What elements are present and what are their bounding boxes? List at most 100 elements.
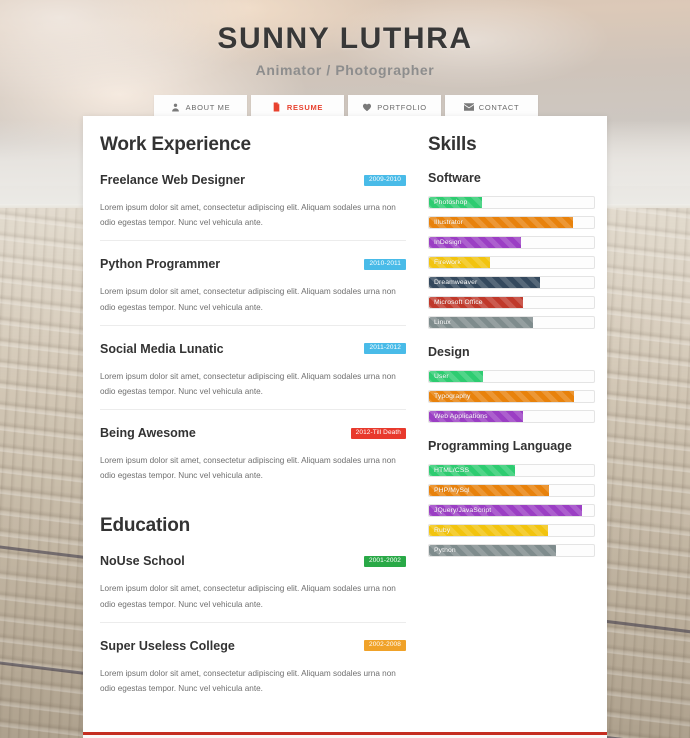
skill-bar-label: Web Applications	[434, 413, 488, 420]
skill-bar-fill: JQuery/JavaScript	[429, 505, 583, 516]
skill-bar-fill: Web Applications	[429, 411, 524, 422]
skill-bar-label: Linux	[434, 319, 451, 326]
resume-entry-title: Being Awesome	[100, 426, 196, 441]
education-heading: Education	[100, 515, 191, 537]
skill-bar-fill: Illustrator	[429, 217, 573, 228]
skill-group-title: Design	[428, 345, 470, 359]
skill-bar-label: JQuery/JavaScript	[434, 507, 492, 514]
resume-entry: Python Programmer 2010-2011 Lorem ipsum do…	[100, 240, 406, 324]
skill-bar: Typography	[428, 390, 595, 403]
skill-bar: Web Applications	[428, 410, 595, 423]
skill-bar-fill: Firework	[429, 257, 491, 268]
resume-entry-period-badge: 2012-Till Death	[350, 427, 406, 439]
resume-right-column: Skills Software Photoshop Illustrator InDes…	[428, 134, 607, 732]
resume-entry-title: Social Media Lunatic	[100, 341, 224, 356]
skill-bar-label: InDesign	[434, 239, 462, 246]
work-experience-heading: Work Experience	[100, 134, 251, 155]
resume-entry-period-badge: 2009-2010	[364, 174, 406, 186]
heart-icon	[362, 102, 372, 112]
resume-entry-description: Lorem ipsum dolor sit amet, consectetur …	[100, 203, 396, 228]
skill-bar: User	[428, 370, 595, 383]
resume-entry: Super Useless College 2002-2008 Lorem ipsu…	[100, 621, 406, 706]
skill-bar-fill: Photoshop	[429, 197, 482, 208]
skill-bar-fill: InDesign	[429, 237, 522, 248]
skill-bar-fill: Typography	[429, 391, 575, 402]
resume-entry-description: Lorem ipsum dolor sit amet, consectetur …	[100, 287, 396, 312]
resume-entry-description: Lorem ipsum dolor sit amet, consectetur …	[100, 371, 396, 396]
page-subtitle: Animator / Photographer	[255, 62, 435, 78]
skill-bar: InDesign	[428, 236, 595, 249]
envelope-icon	[463, 102, 474, 112]
resume-entry-description: Lorem ipsum dolor sit amet, consectetur …	[100, 456, 396, 481]
resume-entry-header: Social Media Lunatic 2011-2012	[100, 342, 406, 356]
resume-entry: Social Media Lunatic 2011-2012 Lorem ipsum…	[100, 324, 406, 409]
skill-bar-fill: Ruby	[429, 525, 548, 536]
resume-entry-period-badge: 2001-2002	[364, 555, 406, 567]
skill-bar-label: HTML/CSS	[434, 467, 470, 474]
skill-bar-label: Ruby	[434, 527, 451, 534]
skill-bar: Dreamweaver	[428, 276, 595, 289]
resume-entry-title: NoUse School	[100, 554, 185, 569]
education-list: NoUse School 2001-2002 Lorem ipsum dolor s…	[100, 554, 406, 706]
file-icon	[272, 102, 282, 112]
skills-heading: Skills	[428, 134, 477, 155]
nav-tab-label: ABOUT ME	[185, 102, 231, 112]
resume-entry-title: Python Programmer	[100, 257, 221, 272]
skill-bar-fill: User	[429, 371, 484, 382]
resume-entry: NoUse School 2001-2002 Lorem ipsum dolor s…	[100, 554, 406, 621]
resume-card: Work Experience Freelance Web Designer 20…	[83, 116, 607, 736]
skill-bar-fill: HTML/CSS	[429, 465, 515, 476]
skill-bar-label: PHP/MySql	[434, 487, 470, 494]
skill-group: Design User Typography Web Applications	[428, 345, 595, 423]
resume-entry-period-badge: 2010-2011	[364, 258, 406, 270]
skill-bar-fill: Python	[429, 545, 557, 556]
skill-group: Programming Language HTML/CSS PHP/MySql JQu…	[428, 439, 595, 557]
skill-bar-label: Python	[434, 547, 456, 554]
skill-bar: Linux	[428, 316, 595, 329]
resume-entry-header: Python Programmer 2010-2011	[100, 257, 406, 271]
nav-tab-label: RESUME	[286, 102, 324, 112]
resume-entry-header: Freelance Web Designer 2009-2010	[100, 173, 406, 187]
skill-bar: Photoshop	[428, 196, 595, 209]
skill-bar: HTML/CSS	[428, 464, 595, 477]
skill-bar: Firework	[428, 256, 595, 269]
skill-bar: Python	[428, 544, 595, 557]
skill-bar-label: Microsoft Office	[434, 299, 483, 306]
page-title: SUNNY LUTHRA	[217, 22, 473, 55]
resume-entry-header: NoUse School 2001-2002	[100, 554, 406, 568]
skill-bar-fill: Microsoft Office	[429, 297, 524, 308]
work-experience-list: Freelance Web Designer 2009-2010 Lorem ips…	[100, 173, 406, 493]
resume-entry-description: Lorem ipsum dolor sit amet, consectetur …	[100, 584, 396, 609]
resume-entry-header: Being Awesome 2012-Till Death	[100, 426, 406, 440]
skill-bar-label: Firework	[434, 259, 461, 266]
skill-bar: Microsoft Office	[428, 296, 595, 309]
resume-entry-title: Freelance Web Designer	[100, 173, 245, 187]
skill-group: Software Photoshop Illustrator InDesign Fire…	[428, 171, 595, 329]
skill-group-title: Programming Language	[428, 439, 572, 453]
skills-list: Software Photoshop Illustrator InDesign Fire…	[428, 171, 595, 557]
user-icon	[171, 102, 181, 112]
skill-bar-fill: Dreamweaver	[429, 277, 540, 288]
skill-bar-label: Photoshop	[434, 199, 468, 206]
resume-entry-period-badge: 2011-2012	[364, 343, 406, 355]
skill-bar: JQuery/JavaScript	[428, 504, 595, 517]
skill-bar-label: User	[434, 373, 449, 380]
skill-bar-fill: PHP/MySql	[429, 485, 550, 496]
resume-entry-description: Lorem ipsum dolor sit amet, consectetur …	[100, 668, 396, 693]
skill-bar: PHP/MySql	[428, 484, 595, 497]
skill-bar-label: Typography	[434, 393, 471, 400]
skill-group-title: Software	[428, 171, 481, 185]
skill-bar: Illustrator	[428, 216, 595, 229]
skill-bar: Ruby	[428, 524, 595, 537]
resume-entry-period-badge: 2002-2008	[364, 640, 406, 652]
resume-entry: Being Awesome 2012-Till Death Lorem ipsum …	[100, 409, 406, 493]
skill-bar-label: Illustrator	[434, 219, 464, 226]
resume-entry-header: Super Useless College 2002-2008	[100, 639, 406, 653]
resume-left-column: Work Experience Freelance Web Designer 20…	[83, 134, 428, 732]
resume-entry-title: Super Useless College	[100, 638, 235, 653]
skill-bar-label: Dreamweaver	[434, 279, 478, 286]
page-header: SUNNY LUTHRA Animator / Photographer	[0, 0, 690, 78]
nav-tab-label: CONTACT	[478, 102, 520, 112]
resume-entry: Freelance Web Designer 2009-2010 Lorem ips…	[100, 173, 406, 240]
